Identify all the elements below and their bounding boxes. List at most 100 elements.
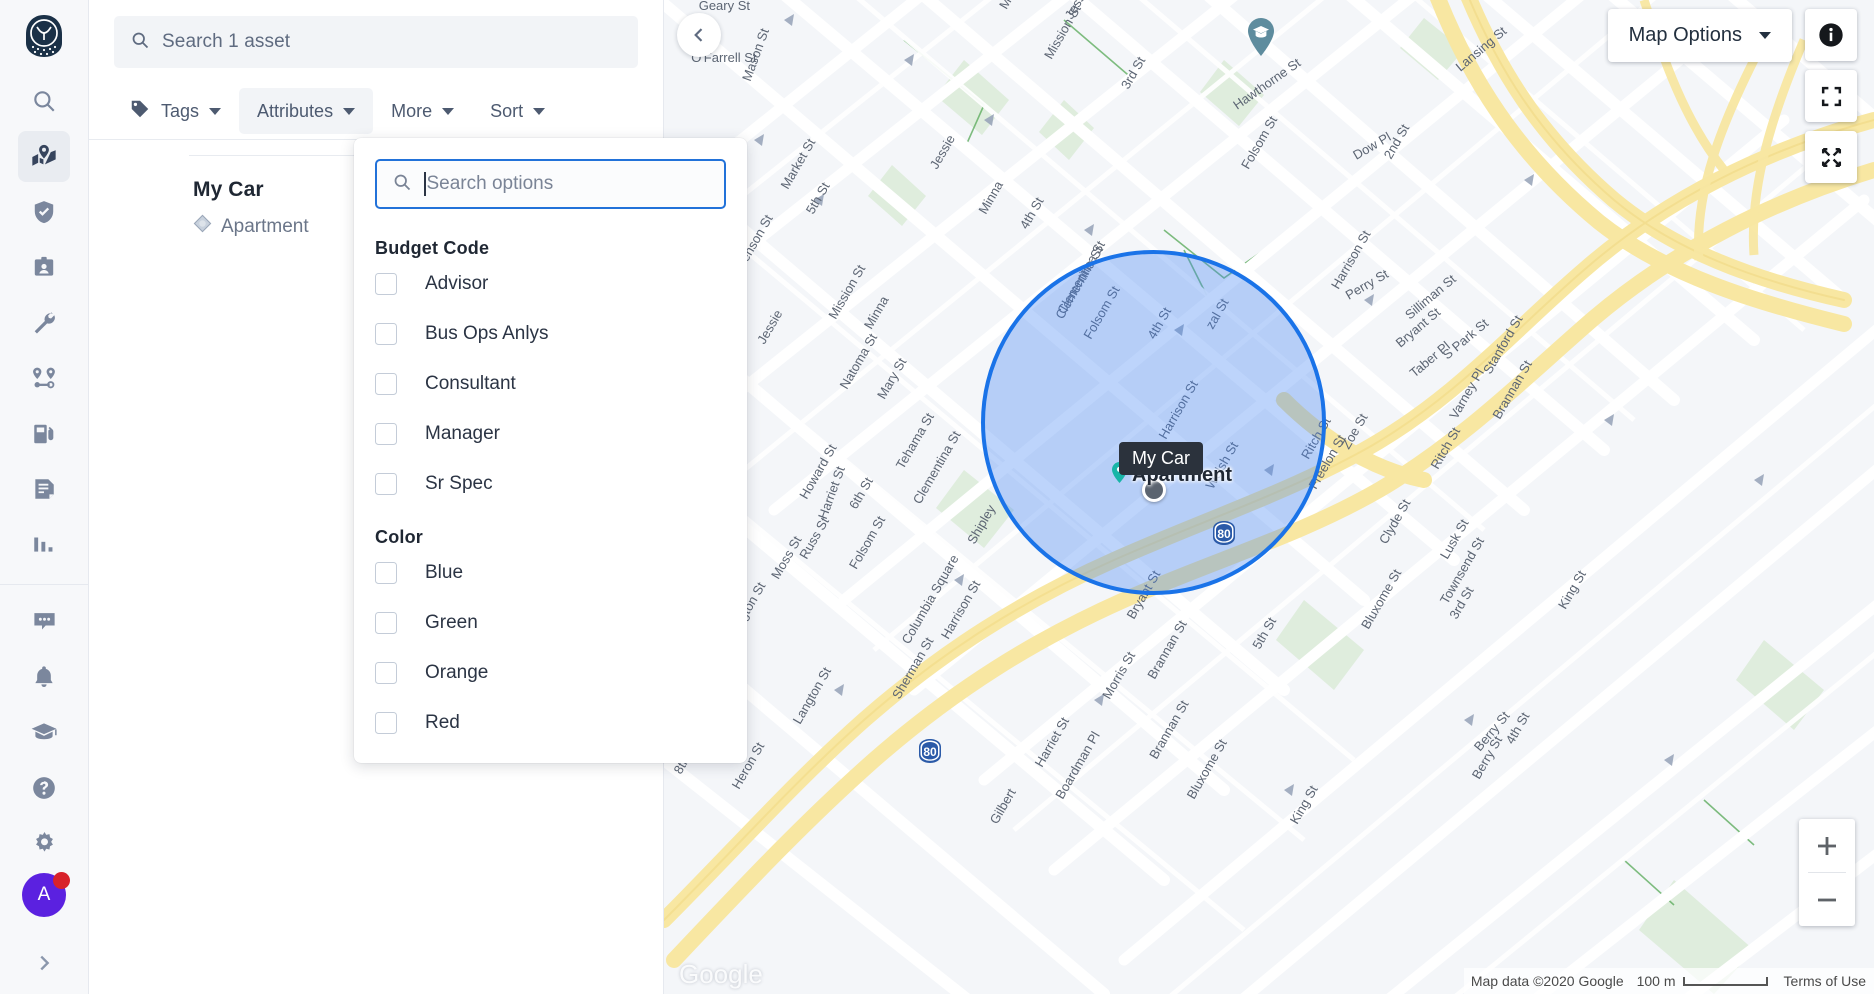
attributes-dropdown-panel: Search options Budget Code Advisor Bus O…	[354, 138, 747, 763]
zoom-in-button[interactable]	[1799, 819, 1855, 872]
sidebar-item-fuel[interactable]	[18, 408, 70, 458]
checkbox-icon[interactable]	[375, 423, 397, 445]
sidebar-item-help[interactable]	[18, 763, 70, 813]
sidebar-item-maintenance[interactable]	[18, 298, 70, 348]
option-label: Blue	[425, 562, 463, 584]
map-info-button[interactable]	[1805, 9, 1857, 61]
checkbox-icon[interactable]	[375, 323, 397, 345]
option-advisor[interactable]: Advisor	[354, 259, 747, 309]
sidebar-item-alerts[interactable]	[18, 652, 70, 702]
street-label: Market St	[777, 135, 818, 191]
street-label: Natoma St	[837, 330, 881, 391]
graduation-cap-pin-icon[interactable]	[1247, 18, 1275, 61]
google-watermark: Google	[679, 959, 763, 990]
sidebar-item-trips[interactable]	[18, 353, 70, 403]
checkbox-icon[interactable]	[375, 473, 397, 495]
sidebar-item-search[interactable]	[18, 76, 70, 126]
street-label: Bluxome St	[1184, 736, 1230, 801]
option-orange[interactable]: Orange	[354, 648, 747, 698]
sidebar-item-analytics[interactable]	[18, 519, 70, 569]
map-options-label: Map Options	[1629, 24, 1742, 47]
sidebar-item-drivers[interactable]	[18, 242, 70, 292]
filter-sort-button[interactable]: Sort	[472, 88, 563, 134]
geofence-circle[interactable]	[981, 250, 1326, 595]
map-expand-button[interactable]	[1805, 131, 1857, 183]
street-label: 5th St	[1249, 614, 1279, 651]
map-view[interactable]: Geary StO'Farrell StEllis StEddy StTurk …	[664, 0, 1874, 994]
app-root: A Search 1 asset	[0, 0, 1874, 994]
checkbox-icon[interactable]	[375, 373, 397, 395]
dropdown-options-list[interactable]: Budget Code Advisor Bus Ops Anlys Consul…	[354, 228, 747, 763]
checkbox-icon[interactable]	[375, 562, 397, 584]
chevron-right-icon[interactable]	[18, 939, 70, 986]
sidebar-item-messages[interactable]	[18, 596, 70, 646]
map-terms-link[interactable]: Terms of Use	[1776, 968, 1874, 994]
option-label: Red	[425, 712, 460, 734]
svg-text:80: 80	[923, 745, 937, 759]
map-controls-topright: Map Options	[1608, 9, 1857, 183]
street-label: Lansing St	[1453, 23, 1510, 74]
sidebar-item-settings[interactable]	[18, 818, 70, 868]
street-label: 3rd St	[1118, 54, 1149, 92]
street-label: Langton St	[790, 664, 835, 726]
filter-tags-label: Tags	[161, 101, 199, 122]
street-label: Russ St	[796, 514, 832, 561]
panel-search-row: Search 1 asset	[89, 0, 663, 68]
option-consultant[interactable]: Consultant	[354, 359, 747, 409]
filter-sort-label: Sort	[490, 101, 523, 122]
map-options-button[interactable]: Map Options	[1608, 9, 1792, 62]
street-label: Brannan St	[1146, 697, 1192, 761]
left-nav-rail: A	[0, 0, 89, 994]
street-label: Folsom St	[846, 513, 888, 572]
option-bus-ops-anlys[interactable]: Bus Ops Anlys	[354, 309, 747, 359]
street-label: Gilbert	[987, 786, 1019, 827]
map-scale: 100 m	[1631, 968, 1776, 994]
chevron-down-icon	[343, 108, 355, 115]
map-right-buttons	[1805, 9, 1857, 183]
options-search-input[interactable]: Search options	[375, 159, 726, 209]
street-label: Minna	[861, 293, 892, 332]
option-label: Sr Spec	[425, 473, 493, 495]
option-sr-spec[interactable]: Sr Spec	[354, 459, 747, 509]
filter-more-label: More	[391, 101, 432, 122]
street-label: Hawthorne St	[1230, 55, 1303, 113]
checkbox-icon[interactable]	[375, 273, 397, 295]
option-red[interactable]: Red	[354, 698, 747, 748]
map-fullscreen-button[interactable]	[1805, 70, 1857, 122]
street-label: Harriet St	[1032, 714, 1073, 769]
street-label: Moss St	[768, 533, 805, 581]
option-green[interactable]: Green	[354, 598, 747, 648]
checkbox-icon[interactable]	[375, 612, 397, 634]
option-manager[interactable]: Manager	[354, 409, 747, 459]
filter-tags-button[interactable]: Tags	[111, 88, 239, 134]
asset-list-panel: Search 1 asset Tags Attributes More	[89, 0, 664, 994]
avatar[interactable]: A	[22, 873, 66, 917]
search-icon	[392, 172, 412, 197]
rail-divider	[0, 584, 89, 585]
collapse-panel-button[interactable]	[677, 13, 721, 57]
geofence-icon	[193, 214, 212, 239]
asset-search-input[interactable]: Search 1 asset	[114, 16, 638, 68]
filter-more-button[interactable]: More	[373, 88, 472, 134]
tag-icon	[129, 98, 151, 125]
map-scale-label: 100 m	[1637, 973, 1676, 989]
checkbox-icon[interactable]	[375, 712, 397, 734]
map-zoom-controls	[1799, 819, 1855, 926]
option-blue[interactable]: Blue	[354, 548, 747, 598]
street-label: Mission St	[825, 262, 868, 322]
sidebar-item-map[interactable]	[18, 131, 70, 181]
search-icon	[130, 30, 150, 55]
sidebar-item-safety[interactable]	[18, 187, 70, 237]
street-label: Folsom St	[1238, 113, 1280, 172]
filter-attributes-button[interactable]: Attributes	[239, 88, 373, 134]
street-label: Shipley	[964, 502, 999, 547]
owl-logo-icon[interactable]	[22, 14, 66, 58]
sidebar-item-training[interactable]	[18, 707, 70, 757]
zoom-out-button[interactable]	[1799, 873, 1855, 926]
checkbox-icon[interactable]	[375, 662, 397, 684]
chevron-down-icon	[1759, 32, 1771, 39]
sidebar-item-reports[interactable]	[18, 464, 70, 514]
chevron-down-icon	[533, 108, 545, 115]
asset-tooltip: My Car	[1119, 442, 1203, 475]
option-label: Consultant	[425, 373, 516, 395]
